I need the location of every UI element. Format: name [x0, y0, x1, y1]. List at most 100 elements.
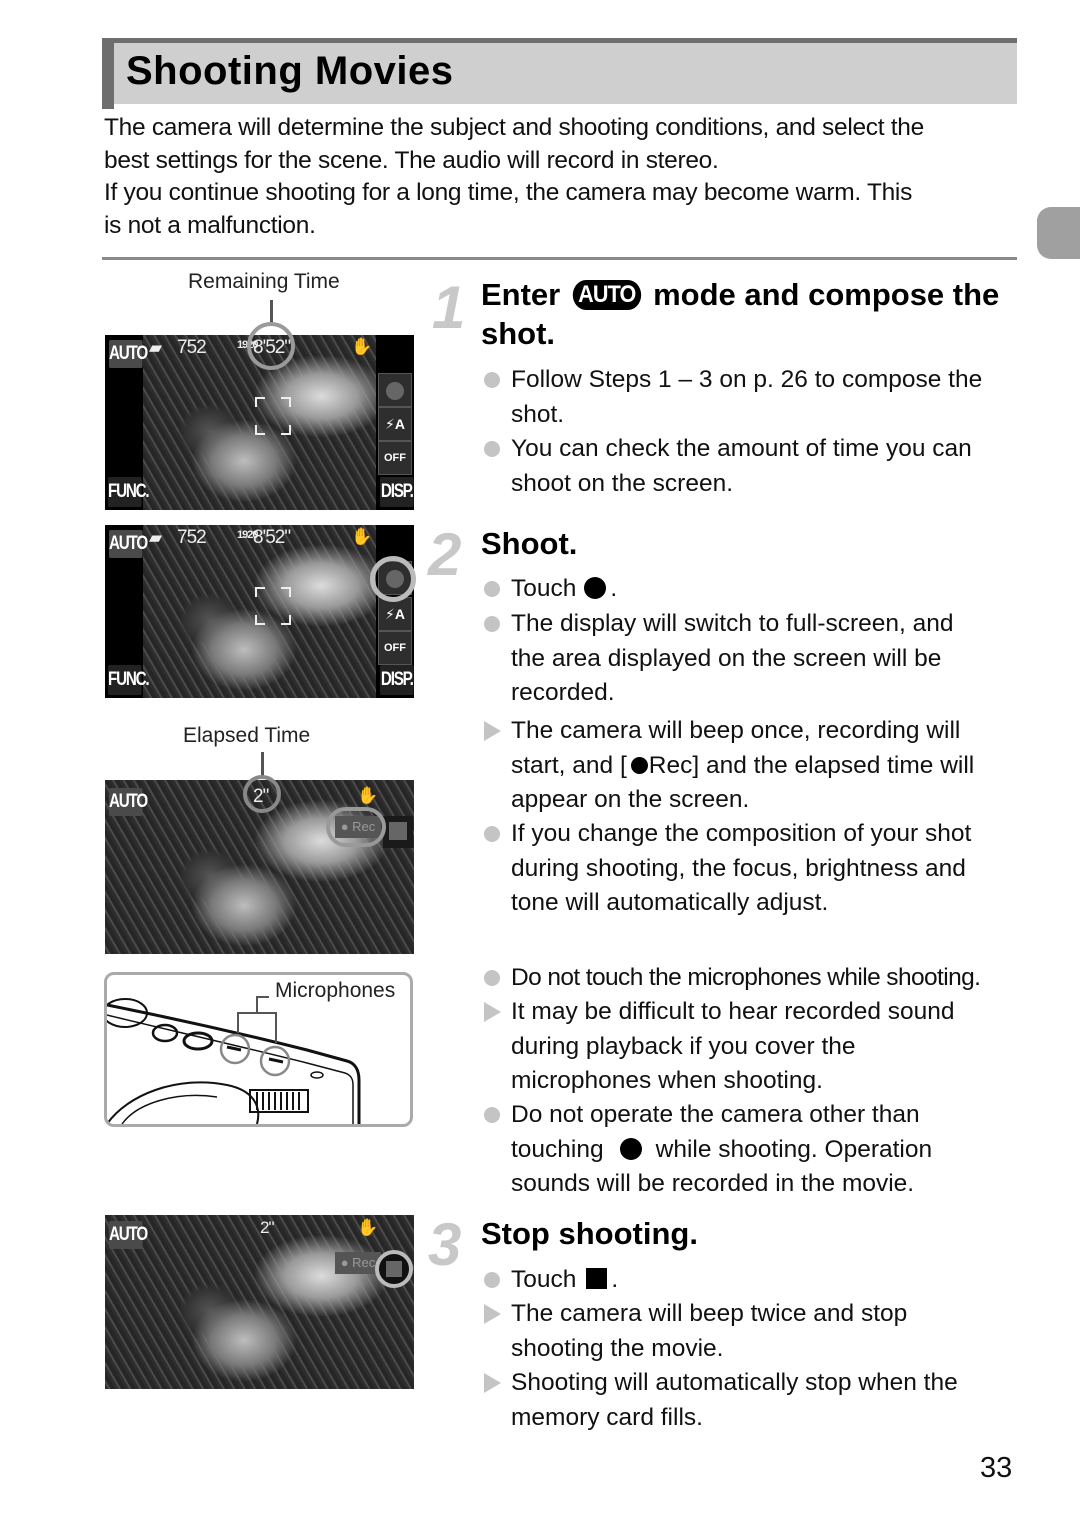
auto-mode-button[interactable]: AUTO [109, 1221, 148, 1249]
highlight-circle [247, 322, 295, 370]
list-item: Do not touch the microphones while shoot… [482, 961, 1027, 996]
bullet-icon [484, 372, 500, 388]
af-frame [255, 587, 291, 625]
item-text: recorded. [511, 679, 615, 706]
auto-mode-icon: AUTO [572, 280, 641, 310]
result-item: The camera will beep once, recording wil… [482, 714, 1022, 818]
result-arrow-icon [484, 1373, 501, 1393]
record-button[interactable] [378, 373, 412, 407]
list-item: Touch. [482, 572, 1022, 607]
stabilizer-icon: ✋ [357, 1218, 378, 1237]
page-title: Shooting Movies [126, 49, 454, 93]
list-item: You can check the amount of time you can… [482, 432, 1022, 501]
item-text: The camera will beep once, recording wil… [511, 717, 961, 744]
auto-mode-button[interactable]: AUTO [109, 530, 148, 558]
preview-photo [105, 1215, 414, 1389]
item-text: . [611, 1266, 619, 1293]
camera-screen-record-ready: AUTO ▰ 752 1920 8'52" ✋ ⚡A OFF FUNC. DIS… [105, 525, 414, 698]
item-text-part: while shooting. Operation [655, 1135, 933, 1163]
stabilizer-icon: ✋ [351, 527, 372, 546]
result-arrow-icon [484, 1002, 501, 1022]
remaining-time: 8'52" [253, 527, 291, 548]
item-text: the area displayed on the screen will be [511, 644, 942, 672]
intro-line: The camera will determine the subject an… [104, 114, 924, 141]
bullet-icon [484, 1107, 500, 1123]
list-item: Follow Steps 1 – 3 on p. 26 to compose t… [482, 363, 1022, 432]
item-text: You can check the amount of time you can [511, 435, 972, 462]
stop-button[interactable] [375, 1250, 413, 1288]
item-text: If you change the composition of your sh… [511, 820, 972, 847]
list-item: Do not operate the camera other than tou… [482, 1098, 1022, 1202]
intro-line: best settings for the scene. The audio w… [104, 147, 719, 174]
chapter-tab [1037, 207, 1080, 259]
elapsed-time: 2" [260, 1218, 274, 1237]
flash-button[interactable]: ⚡A [378, 597, 412, 631]
item-text: It may be difficult to hear recorded sou… [511, 998, 955, 1025]
item-text: Do not operate the camera other than [511, 1101, 920, 1128]
step-number: 2 [428, 521, 462, 588]
result-item: It may be difficult to hear recorded sou… [482, 995, 1022, 1099]
item-text-part: touching [511, 1135, 604, 1163]
item-text: . [610, 575, 618, 602]
step-title: Shoot. [481, 526, 578, 561]
shots-remaining: 752 [177, 527, 207, 548]
item-text: memory card fills. [511, 1403, 703, 1431]
bullet-icon [484, 616, 500, 632]
list-item: If you change the composition of your sh… [482, 817, 1022, 921]
self-timer-button[interactable]: OFF [378, 631, 412, 665]
self-timer-button[interactable]: OFF [378, 441, 412, 475]
item-text: Touch [511, 575, 577, 602]
list-item: Touch. [482, 1263, 1022, 1298]
item-text: sounds will be recorded in the movie. [511, 1170, 915, 1197]
af-frame [255, 397, 291, 435]
item-text: appear on the screen. [511, 786, 750, 813]
bullet-icon [484, 581, 500, 597]
func-button[interactable]: FUNC. [108, 477, 150, 507]
disp-button[interactable]: DISP. [380, 665, 414, 695]
auto-mode-button[interactable]: AUTO [109, 340, 148, 368]
bullet-icon [484, 441, 500, 457]
item-text: tone will automatically adjust. [511, 889, 829, 916]
result-item: The camera will beep twice and stop shoo… [482, 1297, 1022, 1366]
microphones-illustration: Microphones [104, 972, 413, 1127]
result-item: Shooting will automatically stop when th… [482, 1366, 1022, 1435]
shots-remaining: 752 [177, 337, 207, 358]
item-text: touching while shooting. Operation [511, 1133, 1022, 1168]
result-arrow-icon [484, 1304, 501, 1324]
item-text: during playback if you cover the [511, 1032, 856, 1060]
battery-icon: ▰ [149, 528, 162, 547]
disp-button[interactable]: DISP. [380, 477, 414, 507]
bullet-icon [484, 826, 500, 842]
item-text: shoot on the screen. [511, 469, 734, 497]
camera-screen-stop: AUTO 2" ✋ ● Rec [105, 1215, 414, 1389]
stop-button[interactable] [383, 816, 413, 848]
item-text-part: Rec] and the elapsed time will [648, 751, 975, 779]
item-text: Touch [511, 1266, 577, 1293]
elapsed-time-label: Elapsed Time [183, 724, 311, 747]
list-item: The display will switch to full-screen, … [482, 607, 1022, 711]
func-button[interactable]: FUNC. [108, 665, 150, 695]
item-text: start, and [ Rec] and the elapsed time wi… [511, 749, 1022, 784]
item-text: The camera will beep twice and stop [511, 1300, 908, 1327]
item-text: The display will switch to full-screen, … [511, 610, 954, 637]
page-number: 33 [980, 1452, 1013, 1484]
highlight-circle [370, 556, 416, 602]
flash-button[interactable]: ⚡A [378, 407, 412, 441]
item-text: Follow Steps 1 – 3 on p. 26 to compose t… [511, 366, 983, 393]
highlight-circle [326, 807, 386, 847]
divider [102, 257, 1017, 260]
section-title-bar: Shooting Movies [102, 38, 1017, 109]
item-text-part: start, and [ [511, 751, 627, 779]
item-text: during shooting, the focus, brightness a… [511, 854, 966, 882]
item-text: shooting the movie. [511, 1334, 724, 1362]
record-dot-icon [630, 756, 648, 774]
item-text: Do not touch the microphones while shoot… [511, 964, 981, 991]
step-title: Stop shooting. [481, 1216, 698, 1251]
intro-line: If you continue shooting for a long time… [104, 179, 913, 206]
bullet-icon [484, 1272, 500, 1288]
step-title-text: Enter [481, 277, 561, 312]
record-button-icon [619, 1137, 642, 1160]
intro-line: is not a malfunction. [104, 212, 316, 239]
auto-mode-button[interactable]: AUTO [109, 788, 148, 816]
stop-button-icon [586, 1268, 608, 1289]
